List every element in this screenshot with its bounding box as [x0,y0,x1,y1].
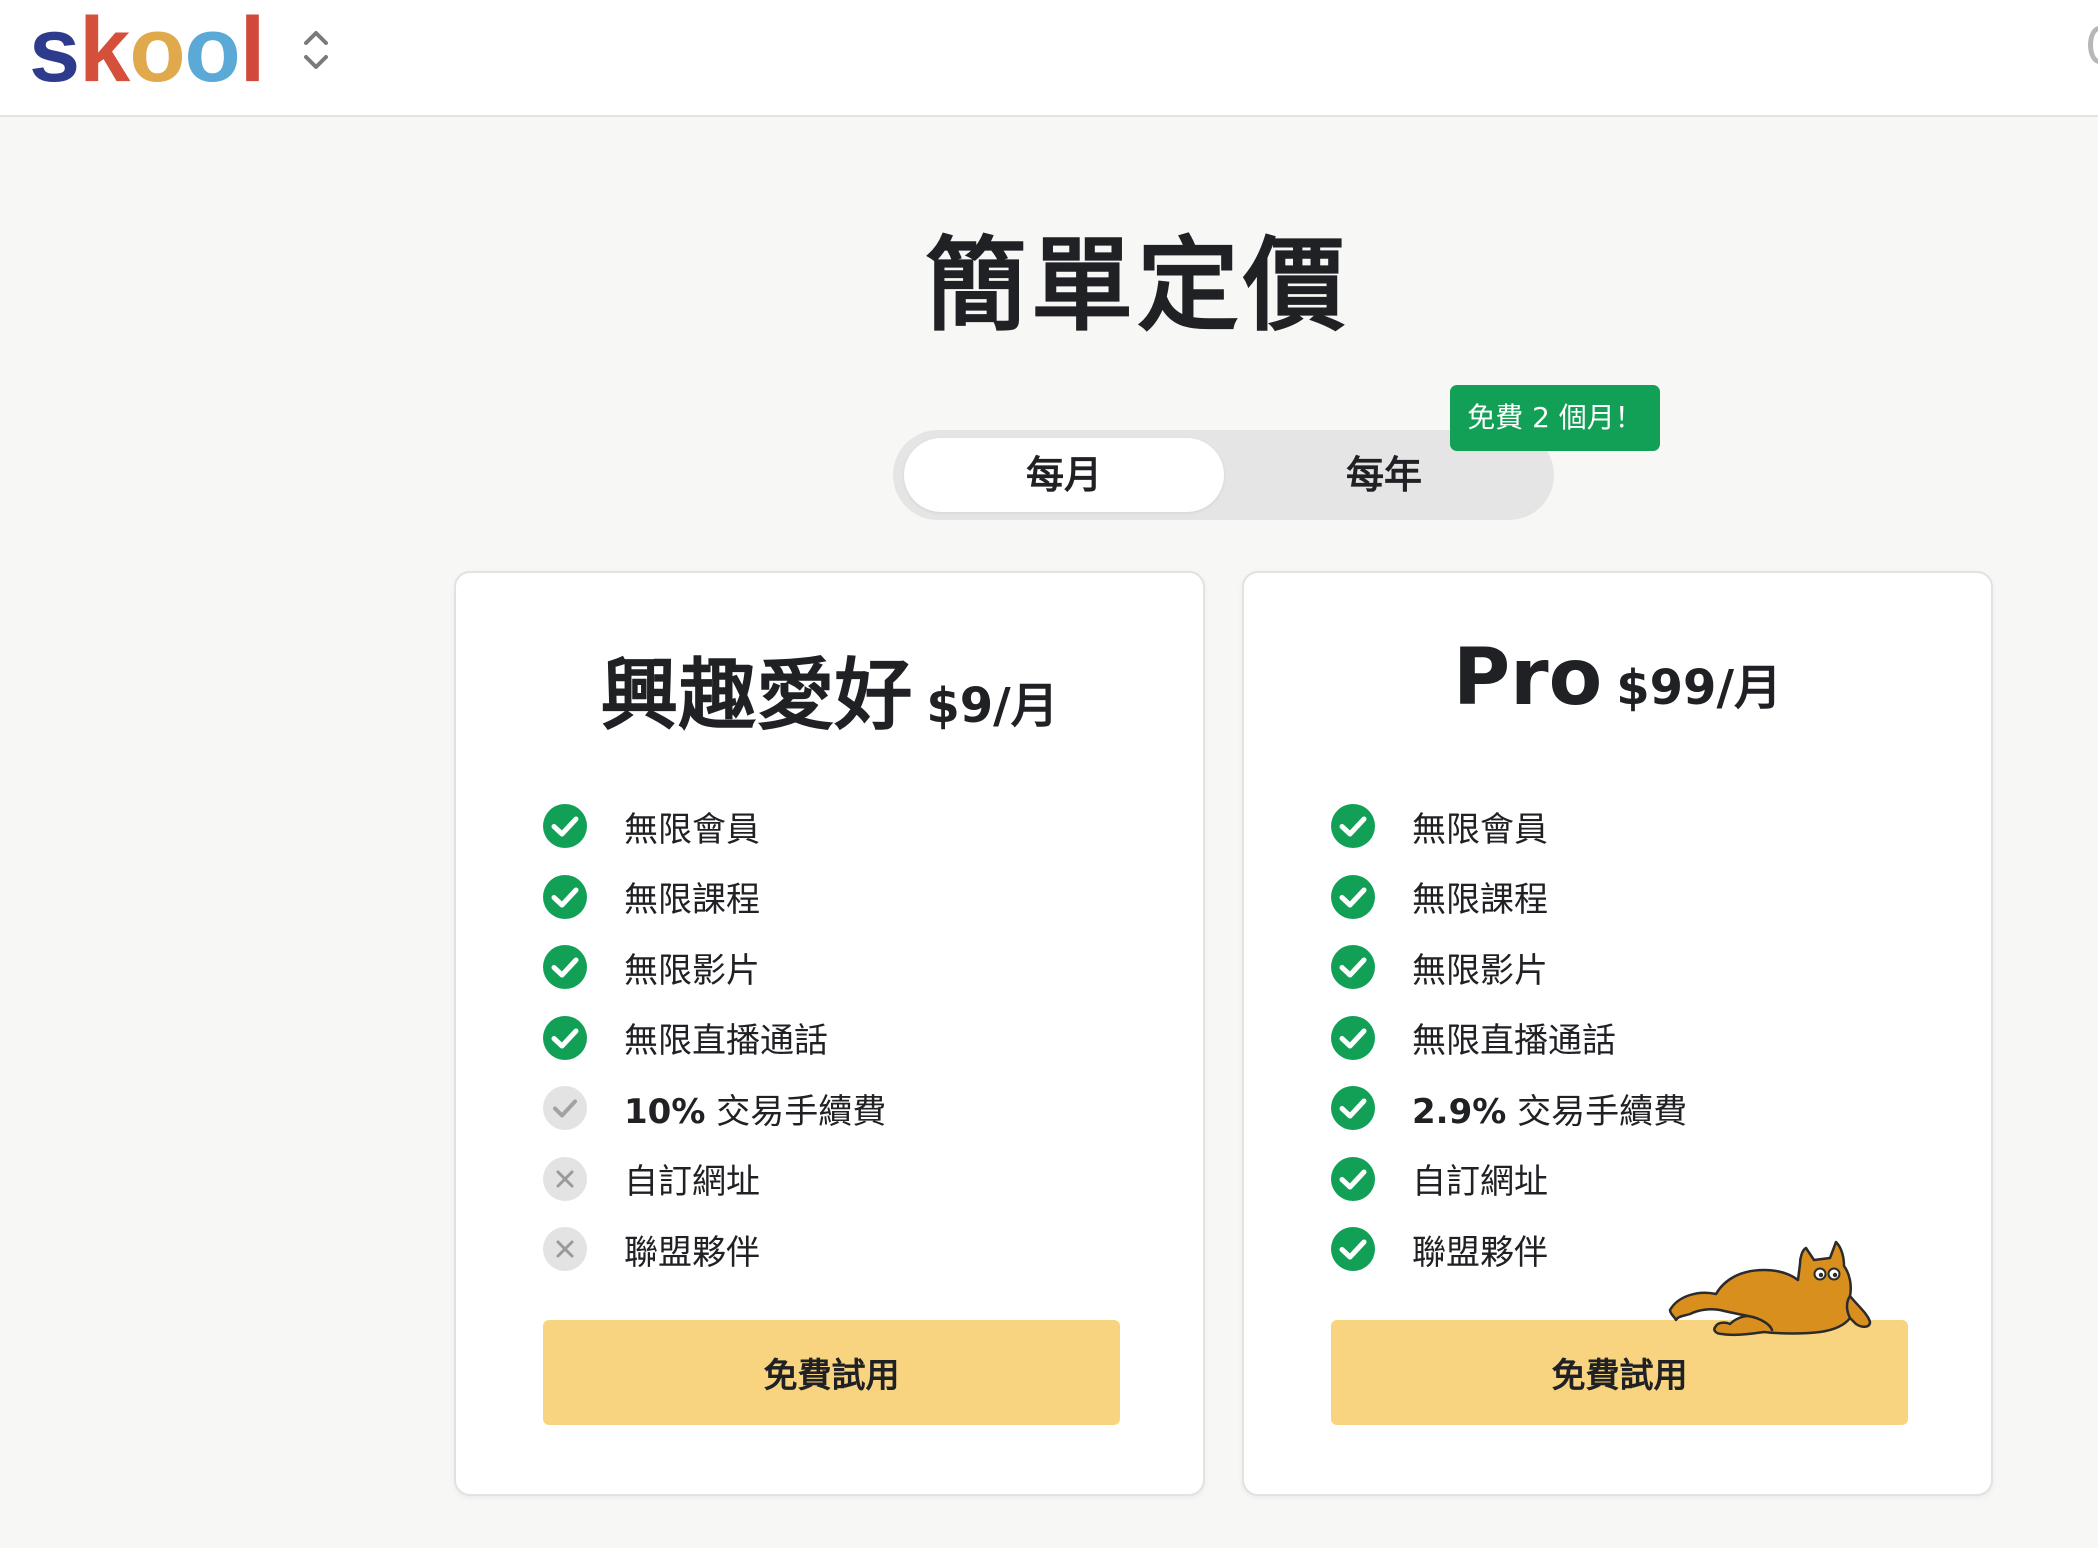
check-circle-icon [1331,874,1375,919]
check-circle-icon [543,874,587,919]
avatar[interactable] [2088,26,2098,64]
feature-label: 聯盟夥伴 [1412,1225,1548,1274]
feature-item: 無限會員 [543,791,886,862]
feature-label: 無限會員 [624,802,760,851]
feature-item: 自訂網址 [543,1144,886,1215]
check-circle-icon [543,804,587,849]
logo-letter: k [79,0,130,101]
logo-letter: l [239,0,266,101]
check-circle-icon [1331,804,1375,849]
feature-text: 無限會員 [1412,809,1548,850]
feature-text: 自訂網址 [1412,1162,1548,1203]
plan-name: Pro [1453,633,1603,723]
feature-label: 無限會員 [1412,802,1548,851]
feature-fee-value: 10% [624,1091,706,1132]
feature-text: 交易手續費 [1506,1091,1688,1132]
check-circle-icon [1331,945,1375,990]
feature-text: 聯盟夥伴 [1412,1232,1548,1273]
feature-label: 聯盟夥伴 [624,1225,760,1274]
plan-header: 興趣愛好 $9/月 [456,633,1203,745]
promo-badge: 免費 2 個月！ [1450,385,1660,451]
feature-text: 無限影片 [1412,950,1548,991]
feature-label: 自訂網址 [624,1154,760,1203]
feature-label: 無限影片 [1412,943,1548,992]
check-circle-icon [543,945,587,990]
logo-letter: s [29,0,80,101]
feature-item: 無限影片 [543,932,886,1003]
feature-label: 無限直播通話 [624,1013,828,1062]
feature-label: 無限課程 [1412,872,1548,921]
feature-item: 無限直播通話 [543,1003,886,1074]
feature-item: 聯盟夥伴 [543,1214,886,1285]
feature-label: 無限影片 [624,943,760,992]
feature-fee-value: 2.9% [1412,1091,1507,1132]
logo-letter: o [184,0,241,101]
feature-item: 2.9% 交易手續費 [1331,1073,1687,1144]
feature-text: 自訂網址 [624,1162,760,1203]
feature-label: 自訂網址 [1412,1154,1548,1203]
feature-list: 無限會員無限課程無限影片無限直播通話 10% 交易手續費自訂網址聯盟夥伴 [543,791,886,1285]
feature-item: 無限影片 [1331,932,1687,1003]
check-circle-icon [543,1015,587,1060]
feature-item: 自訂網址 [1331,1144,1687,1215]
feature-item: 10% 交易手續費 [543,1073,886,1144]
feature-text: 無限會員 [624,809,760,850]
feature-label: 無限直播通話 [1412,1013,1616,1062]
logo-letter: o [129,0,185,101]
check-circle-icon [1331,1086,1375,1131]
x-circle-icon [543,1227,587,1272]
free-trial-button[interactable]: 免費試用 [543,1320,1120,1425]
feature-item: 聯盟夥伴 [1331,1214,1687,1285]
feature-label: 無限課程 [624,872,760,921]
plan-card-hobby: 興趣愛好 $9/月 無限會員無限課程無限影片無限直播通話 10% 交易手續費自訂網址… [454,571,1205,1496]
feature-text: 無限課程 [1412,880,1548,921]
feature-item: 無限會員 [1331,791,1687,862]
skool-logo[interactable]: skool [29,0,266,101]
cat-illustration-icon [1664,1236,1874,1340]
check-circle-icon [1331,1227,1375,1272]
check-circle-icon [1331,1156,1375,1201]
feature-text: 聯盟夥伴 [624,1232,760,1273]
plan-header: Pro $99/月 [1244,633,1991,723]
feature-text: 無限影片 [624,950,760,991]
feature-item: 無限直播通話 [1331,1003,1687,1074]
feature-label: 2.9% 交易手續費 [1412,1084,1687,1133]
feature-text: 無限直播通話 [624,1021,828,1062]
check-circle-grey-icon [543,1086,587,1131]
feature-text: 無限課程 [624,880,760,921]
chevron-up-down-icon[interactable] [298,24,334,76]
plan-price: $99/月 [1616,660,1782,716]
page-title: 簡單定價 [925,227,1349,346]
feature-list: 無限會員無限課程無限影片無限直播通話 2.9% 交易手續費自訂網址聯盟夥伴 [1331,791,1687,1285]
check-circle-icon [1331,1015,1375,1060]
x-circle-icon [543,1156,587,1201]
plan-name: 興趣愛好 [600,651,913,741]
feature-text: 交易手續費 [705,1091,887,1132]
toggle-monthly[interactable]: 每月 [904,438,1224,512]
feature-item: 無限課程 [543,862,886,933]
plan-price: $9/月 [926,678,1059,734]
feature-label: 10% 交易手續費 [624,1084,886,1133]
top-navigation-bar: skool [0,0,2098,117]
feature-item: 無限課程 [1331,862,1687,933]
feature-text: 無限直播通話 [1412,1021,1616,1062]
plan-card-pro: Pro $99/月 無限會員無限課程無限影片無限直播通話 2.9% 交易手續費自訂網… [1242,571,1993,1496]
